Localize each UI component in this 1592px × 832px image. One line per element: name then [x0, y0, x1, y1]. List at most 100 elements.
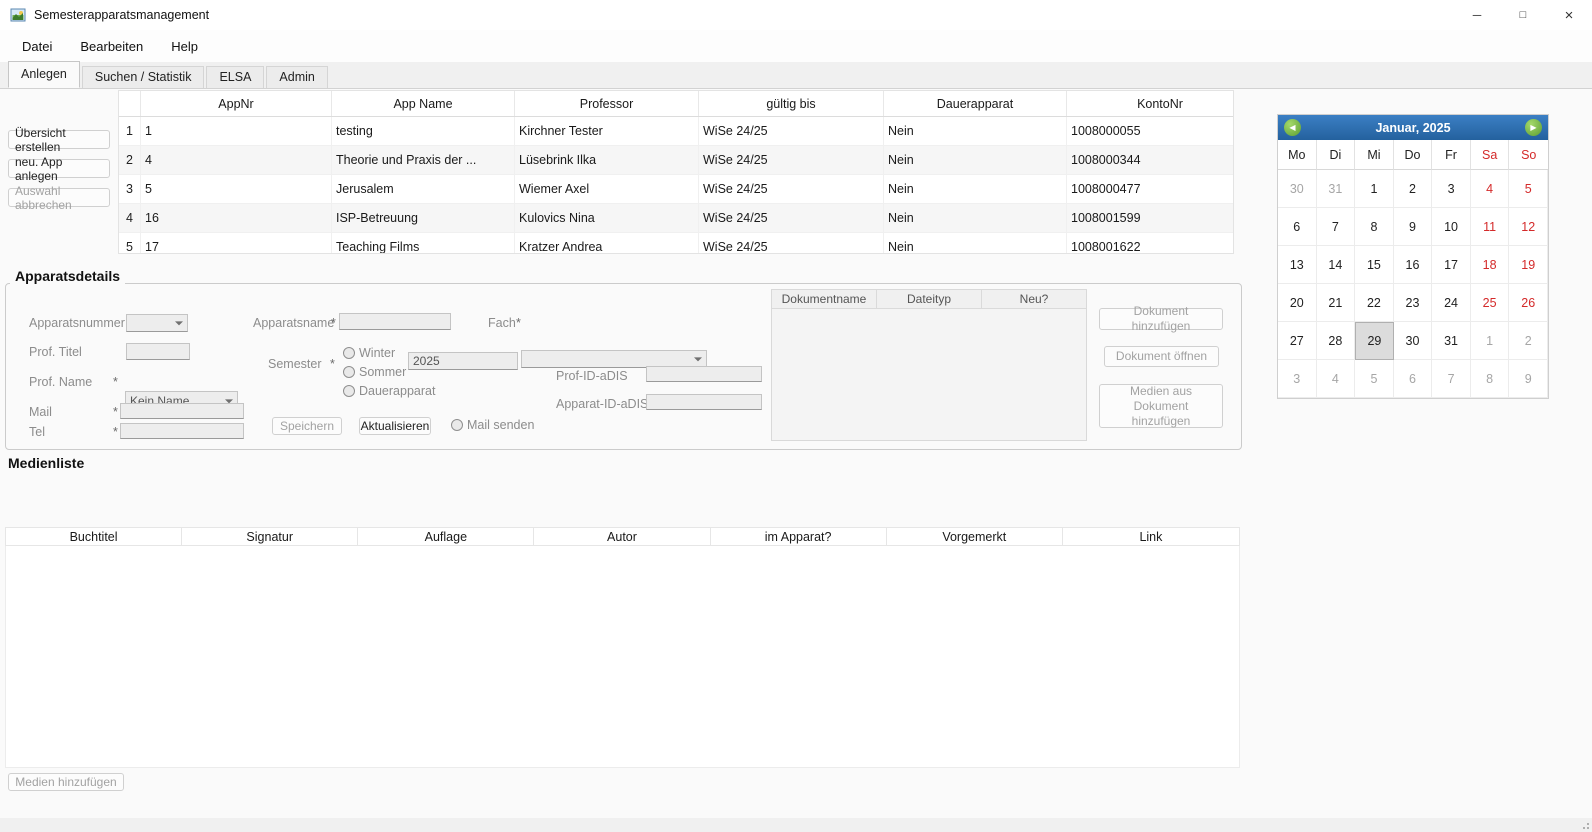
column-header[interactable]: Dauerapparat [884, 91, 1067, 117]
semester-jahr-field[interactable]: 2025 [408, 352, 518, 370]
calendar-day[interactable]: 17 [1432, 246, 1471, 284]
column-header[interactable]: gültig bis [699, 91, 884, 117]
calendar-day[interactable]: 7 [1317, 208, 1356, 246]
calendar-day[interactable]: 8 [1355, 208, 1394, 246]
calendar-day[interactable]: 27 [1278, 322, 1317, 360]
calendar-day[interactable]: 31 [1432, 322, 1471, 360]
calendar-day[interactable]: 2 [1509, 322, 1548, 360]
calendar-day[interactable]: 6 [1278, 208, 1317, 246]
calendar-day[interactable]: 1 [1471, 322, 1510, 360]
apparat-id-adis-field[interactable] [646, 394, 762, 410]
calendar-day[interactable]: 19 [1509, 246, 1548, 284]
medien-column-header[interactable]: Signatur [182, 528, 358, 545]
medien-column-header[interactable]: Buchtitel [6, 528, 182, 545]
table-row[interactable]: 416ISP-BetreuungKulovics NinaWiSe 24/25N… [119, 204, 1234, 233]
dokument-oeffnen-button[interactable]: Dokument öffnen [1104, 346, 1219, 367]
calendar-day[interactable]: 25 [1471, 284, 1510, 322]
calendar-day[interactable]: 3 [1278, 360, 1317, 398]
mail-senden-checkbox[interactable] [451, 419, 463, 431]
calendar-day[interactable]: 11 [1471, 208, 1510, 246]
calendar-day[interactable]: 30 [1394, 322, 1433, 360]
cell: 17 [141, 233, 332, 255]
column-header[interactable]: App Name [332, 91, 515, 117]
calendar-day[interactable]: 30 [1278, 170, 1317, 208]
calendar-prev-button[interactable]: ◀ [1284, 119, 1301, 136]
calendar-day[interactable]: 28 [1317, 322, 1356, 360]
calendar-day[interactable]: 26 [1509, 284, 1548, 322]
medien-column-header[interactable]: Autor [534, 528, 710, 545]
medien-column-header[interactable]: Vorgemerkt [887, 528, 1063, 545]
calendar-day[interactable]: 20 [1278, 284, 1317, 322]
calendar-day[interactable]: 4 [1471, 170, 1510, 208]
doc-column-header[interactable]: Neu? [982, 290, 1086, 309]
maximize-icon[interactable]: □ [1500, 0, 1546, 30]
apparatsname-field[interactable] [339, 313, 451, 330]
calendar-day[interactable]: 29 [1355, 322, 1394, 360]
calendar-day[interactable]: 15 [1355, 246, 1394, 284]
column-header[interactable]: Professor [515, 91, 699, 117]
auswahl-abbrechen-button[interactable]: Auswahl abbrechen [8, 188, 110, 207]
aktualisieren-button[interactable]: Aktualisieren [359, 417, 431, 435]
calendar-day[interactable]: 10 [1432, 208, 1471, 246]
calendar-day[interactable]: 8 [1471, 360, 1510, 398]
table-row[interactable]: 35JerusalemWiemer AxelWiSe 24/25Nein1008… [119, 175, 1234, 204]
calendar-day[interactable]: 24 [1432, 284, 1471, 322]
calendar-day[interactable]: 1 [1355, 170, 1394, 208]
calendar-day[interactable]: 9 [1509, 360, 1548, 398]
calendar-day[interactable]: 16 [1394, 246, 1433, 284]
winter-radio[interactable] [343, 347, 355, 359]
speichern-button[interactable]: Speichern [272, 417, 342, 435]
uebersicht-erstellen-button[interactable]: Übersicht erstellen [8, 130, 110, 149]
calendar-day[interactable]: 21 [1317, 284, 1356, 322]
sommer-radio[interactable] [343, 366, 355, 378]
menu-bearbeiten[interactable]: Bearbeiten [66, 33, 157, 60]
calendar-day[interactable]: 2 [1394, 170, 1433, 208]
menu-datei[interactable]: Datei [8, 33, 66, 60]
calendar-day[interactable]: 14 [1317, 246, 1356, 284]
table-row[interactable]: 11testingKirchner TesterWiSe 24/25Nein10… [119, 117, 1234, 146]
apparatsnummer-dropdown[interactable] [126, 314, 188, 332]
table-row[interactable]: 24Theorie und Praxis der ...Lüsebrink Il… [119, 146, 1234, 175]
calendar-day[interactable]: 9 [1394, 208, 1433, 246]
calendar-day[interactable]: 23 [1394, 284, 1433, 322]
calendar-day[interactable]: 7 [1432, 360, 1471, 398]
calendar-day[interactable]: 18 [1471, 246, 1510, 284]
column-header[interactable]: AppNr [141, 91, 332, 117]
calendar-day[interactable]: 5 [1509, 170, 1548, 208]
dokument-hinzufuegen-button[interactable]: Dokument hinzufügen [1099, 308, 1223, 330]
tab-admin[interactable]: Admin [266, 66, 327, 88]
tab-suchen-statistik[interactable]: Suchen / Statistik [82, 66, 205, 88]
neue-app-anlegen-button[interactable]: neu. App anlegen [8, 159, 110, 178]
apparatsnummer-label: Apparatsnummer [29, 316, 125, 330]
row-number-header[interactable] [119, 91, 141, 117]
menu-help[interactable]: Help [157, 33, 212, 60]
mail-field[interactable] [120, 403, 244, 419]
table-row[interactable]: 517Teaching FilmsKratzer AndreaWiSe 24/2… [119, 233, 1234, 255]
calendar-day[interactable]: 4 [1317, 360, 1356, 398]
resize-grip[interactable] [1579, 819, 1589, 829]
calendar-day[interactable]: 3 [1432, 170, 1471, 208]
medien-column-header[interactable]: Link [1063, 528, 1239, 545]
calendar-day[interactable]: 31 [1317, 170, 1356, 208]
doc-column-header[interactable]: Dokumentname [772, 290, 877, 309]
tab-anlegen[interactable]: Anlegen [8, 61, 80, 88]
minimize-icon[interactable]: ─ [1454, 0, 1500, 30]
calendar-day[interactable]: 22 [1355, 284, 1394, 322]
medien-aus-dokument-button[interactable]: Medien aus Dokument hinzufügen [1099, 384, 1223, 428]
calendar-day[interactable]: 5 [1355, 360, 1394, 398]
doc-column-header[interactable]: Dateityp [877, 290, 982, 309]
calendar-next-button[interactable]: ▶ [1525, 119, 1542, 136]
medien-hinzufuegen-button[interactable]: Medien hinzufügen [8, 773, 124, 791]
dauerapparat-radio[interactable] [343, 385, 355, 397]
medien-column-header[interactable]: im Apparat? [711, 528, 887, 545]
medien-column-header[interactable]: Auflage [358, 528, 534, 545]
calendar-day[interactable]: 13 [1278, 246, 1317, 284]
calendar-day[interactable]: 6 [1394, 360, 1433, 398]
prof-id-adis-field[interactable] [646, 366, 762, 382]
tab-elsa[interactable]: ELSA [206, 66, 264, 88]
column-header[interactable]: KontoNr [1067, 91, 1235, 117]
close-icon[interactable]: × [1546, 0, 1592, 30]
tel-field[interactable] [120, 423, 244, 439]
prof-titel-field[interactable] [126, 343, 190, 360]
calendar-day[interactable]: 12 [1509, 208, 1548, 246]
